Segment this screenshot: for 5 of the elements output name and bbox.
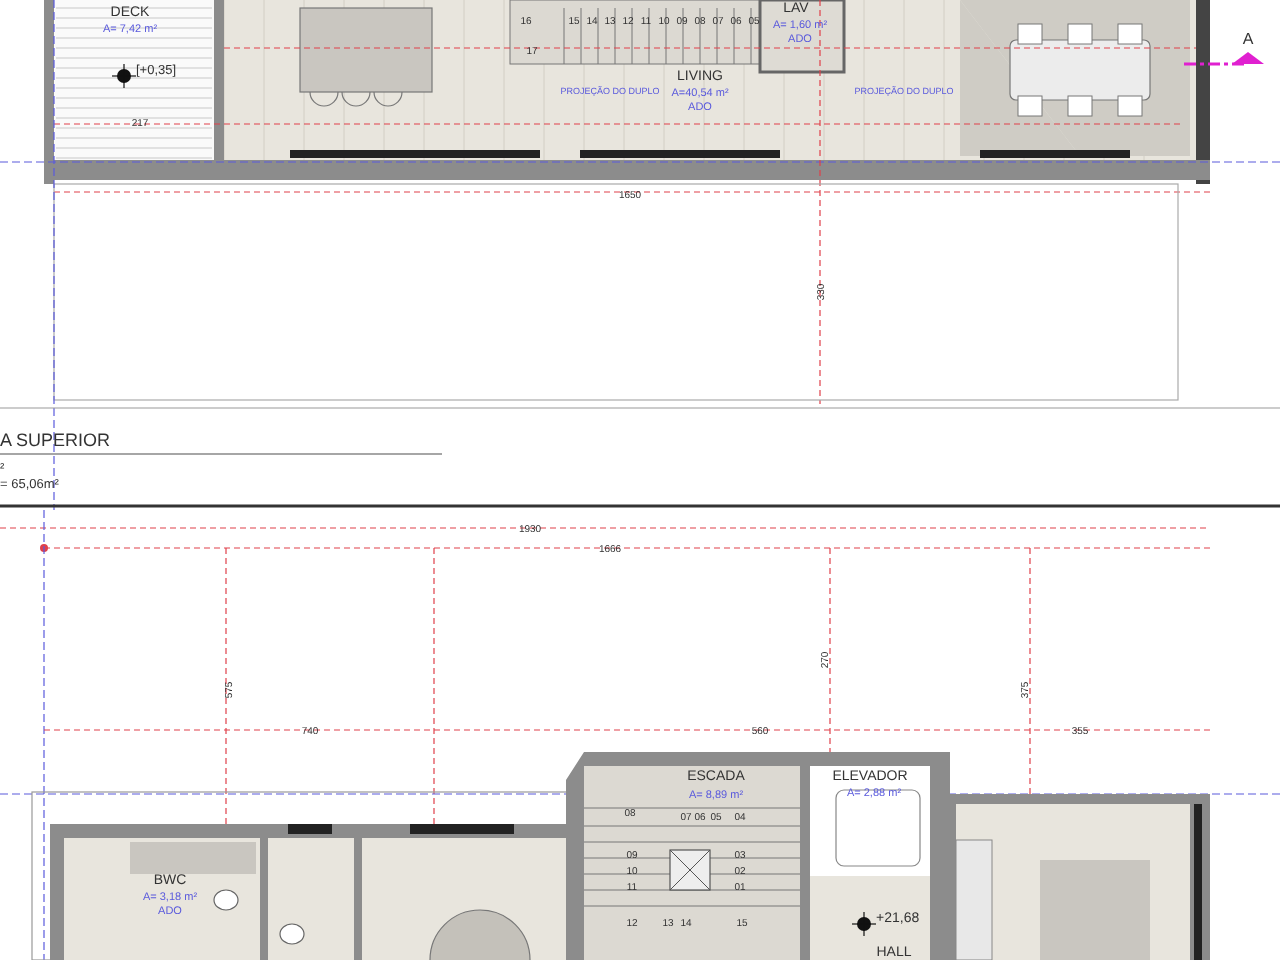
section-arrow-icon <box>1184 52 1264 66</box>
level-marker-icon <box>851 911 877 937</box>
level-marker-icon <box>111 63 137 89</box>
sheet-title: A SUPERIOR <box>0 430 111 450</box>
section-label: A <box>1242 30 1254 48</box>
